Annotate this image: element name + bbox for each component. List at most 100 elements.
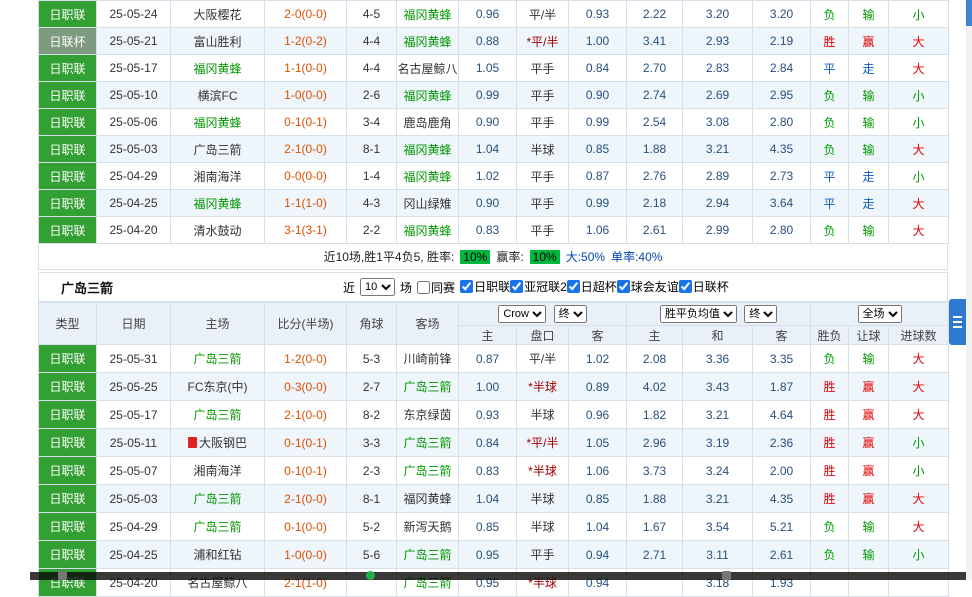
ah-home-odds: 1.05 (459, 55, 517, 82)
home-team[interactable]: 福冈黄蜂 (171, 109, 265, 136)
floating-side-button[interactable] (949, 299, 966, 345)
eu-draw-odds: 3.24 (683, 457, 753, 485)
eu-away-odds: 2.95 (753, 82, 811, 109)
home-team[interactable]: 富山胜利 (171, 28, 265, 55)
match-result-cell: 平 (811, 55, 849, 82)
away-team[interactable]: 名古屋鲸八 (397, 55, 459, 82)
away-team[interactable]: 福冈黄蜂 (397, 485, 459, 513)
ah-home-odds: 1.02 (459, 163, 517, 190)
date-cell: 25-04-20 (97, 217, 171, 244)
handicap-result-cell: 输 (849, 136, 889, 163)
ah-away-odds: 0.99 (569, 190, 627, 217)
away-team[interactable]: 福冈黄蜂 (397, 1, 459, 28)
table-row: 日职联 25-05-17 广岛三箭 2-1(0-0) 8-2 东京绿茵 0.93… (39, 401, 949, 429)
league-checkbox[interactable] (567, 280, 580, 293)
eu-away-odds: 3.64 (753, 190, 811, 217)
league-checkbox[interactable] (617, 280, 630, 293)
league-filter-1[interactable]: 亚冠联2 (510, 278, 567, 295)
away-team[interactable]: 广岛三箭 (397, 373, 459, 401)
single-rate-text: 单率:40% (611, 248, 662, 265)
summary-mid-label: 赢率: (496, 248, 523, 265)
eu-draw-odds: 3.21 (683, 485, 753, 513)
match-result-cell: 负 (811, 1, 849, 28)
match-result-cell: 平 (811, 163, 849, 190)
away-team[interactable]: 福冈黄蜂 (397, 136, 459, 163)
table-row: 日职联 25-04-20 清水鼓动 3-1(3-1) 2-2 福冈黄蜂 0.83… (39, 217, 949, 244)
away-team[interactable]: 新泻天鹅 (397, 513, 459, 541)
ah-away-odds: 1.00 (569, 28, 627, 55)
handicap-result-cell: 走 (849, 190, 889, 217)
league-filter-2[interactable]: 日超杯 (567, 278, 617, 295)
league-checkbox[interactable] (679, 280, 692, 293)
home-team[interactable]: 广岛三箭 (171, 513, 265, 541)
home-team[interactable]: 大阪钢巴 (171, 429, 265, 457)
home-team[interactable]: 广岛三箭 (171, 345, 265, 373)
home-team[interactable]: 广岛三箭 (171, 136, 265, 163)
home-team[interactable]: 浦和红钻 (171, 541, 265, 569)
eu-home-odds: 2.70 (627, 55, 683, 82)
eu-home-odds: 3.73 (627, 457, 683, 485)
filters-bar: 近 10 场 同赛 日职联亚冠联2日超杯球会友谊日联杯 (343, 278, 729, 296)
goals-result-cell: 大 (889, 217, 949, 244)
eu-draw-odds: 3.21 (683, 136, 753, 163)
corners-cell: 5-6 (347, 541, 397, 569)
home-team[interactable]: 广岛三箭 (171, 485, 265, 513)
col-header-ah-away: 客 (569, 326, 627, 345)
eu-draw-odds: 2.99 (683, 217, 753, 244)
goals-result-cell: 大 (889, 485, 949, 513)
away-team[interactable]: 广岛三箭 (397, 429, 459, 457)
away-team[interactable]: 福冈黄蜂 (397, 28, 459, 55)
goals-result-cell: 大 (889, 28, 949, 55)
goals-result-cell: 大 (889, 401, 949, 429)
league-filter-0[interactable]: 日职联 (460, 278, 510, 295)
away-team[interactable]: 广岛三箭 (397, 457, 459, 485)
home-team[interactable]: 福冈黄蜂 (171, 190, 265, 217)
away-team[interactable]: 福冈黄蜂 (397, 217, 459, 244)
near-count-select[interactable]: 10 (360, 278, 395, 296)
eu-final-select[interactable]: 终 (744, 305, 777, 323)
corners-cell: 8-1 (347, 485, 397, 513)
league-checkbox[interactable] (510, 280, 523, 293)
away-team[interactable]: 川崎前锋 (397, 345, 459, 373)
score-cell: 0-1(0-1) (265, 109, 347, 136)
league-checkbox[interactable] (460, 280, 473, 293)
home-team[interactable]: 大阪樱花 (171, 1, 265, 28)
table-row: 日职联 25-05-10 横滨FC 1-0(0-0) 2-6 福冈黄蜂 0.99… (39, 82, 949, 109)
scrollbar[interactable] (966, 0, 972, 580)
away-team[interactable]: 福冈黄蜂 (397, 163, 459, 190)
same-league-checkbox[interactable] (417, 281, 430, 294)
away-team[interactable]: 东京绿茵 (397, 401, 459, 429)
eu-home-odds: 2.08 (627, 345, 683, 373)
ah-away-odds: 0.99 (569, 109, 627, 136)
scrollbar-thumb[interactable] (966, 0, 972, 26)
goals-result-cell: 大 (889, 190, 949, 217)
away-team[interactable]: 广岛三箭 (397, 541, 459, 569)
home-team[interactable]: 清水鼓动 (171, 217, 265, 244)
date-cell: 25-05-03 (97, 485, 171, 513)
away-team[interactable]: 冈山绿雉 (397, 190, 459, 217)
away-team[interactable]: 鹿岛鹿角 (397, 109, 459, 136)
ah-away-odds: 1.06 (569, 217, 627, 244)
away-team[interactable]: 福冈黄蜂 (397, 82, 459, 109)
date-cell: 25-05-24 (97, 1, 171, 28)
handicap-result-cell: 赢 (849, 485, 889, 513)
home-team[interactable]: 广岛三箭 (171, 401, 265, 429)
green-dot-icon (366, 571, 375, 580)
ah-home-odds: 0.96 (459, 1, 517, 28)
eu-draw-odds: 3.08 (683, 109, 753, 136)
home-team[interactable]: 横滨FC (171, 82, 265, 109)
home-team[interactable]: 湘南海洋 (171, 163, 265, 190)
eu-avg-select[interactable]: 胜平负均值 (660, 305, 737, 323)
bookmaker-select[interactable]: Crow (498, 305, 546, 323)
scope-select[interactable]: 全场 (858, 305, 902, 323)
ah-final-select[interactable]: 终 (554, 305, 587, 323)
league-filter-3[interactable]: 球会友谊 (617, 278, 679, 295)
home-team[interactable]: 福冈黄蜂 (171, 55, 265, 82)
same-league-filter[interactable]: 同赛 (417, 279, 455, 296)
handicap-result-cell: 输 (849, 513, 889, 541)
league-filter-4[interactable]: 日联杯 (679, 278, 729, 295)
home-team[interactable]: FC东京(中) (171, 373, 265, 401)
home-team[interactable]: 湘南海洋 (171, 457, 265, 485)
ah-win-rate-chip: 10% (530, 250, 560, 264)
same-league-label: 同赛 (431, 279, 455, 296)
